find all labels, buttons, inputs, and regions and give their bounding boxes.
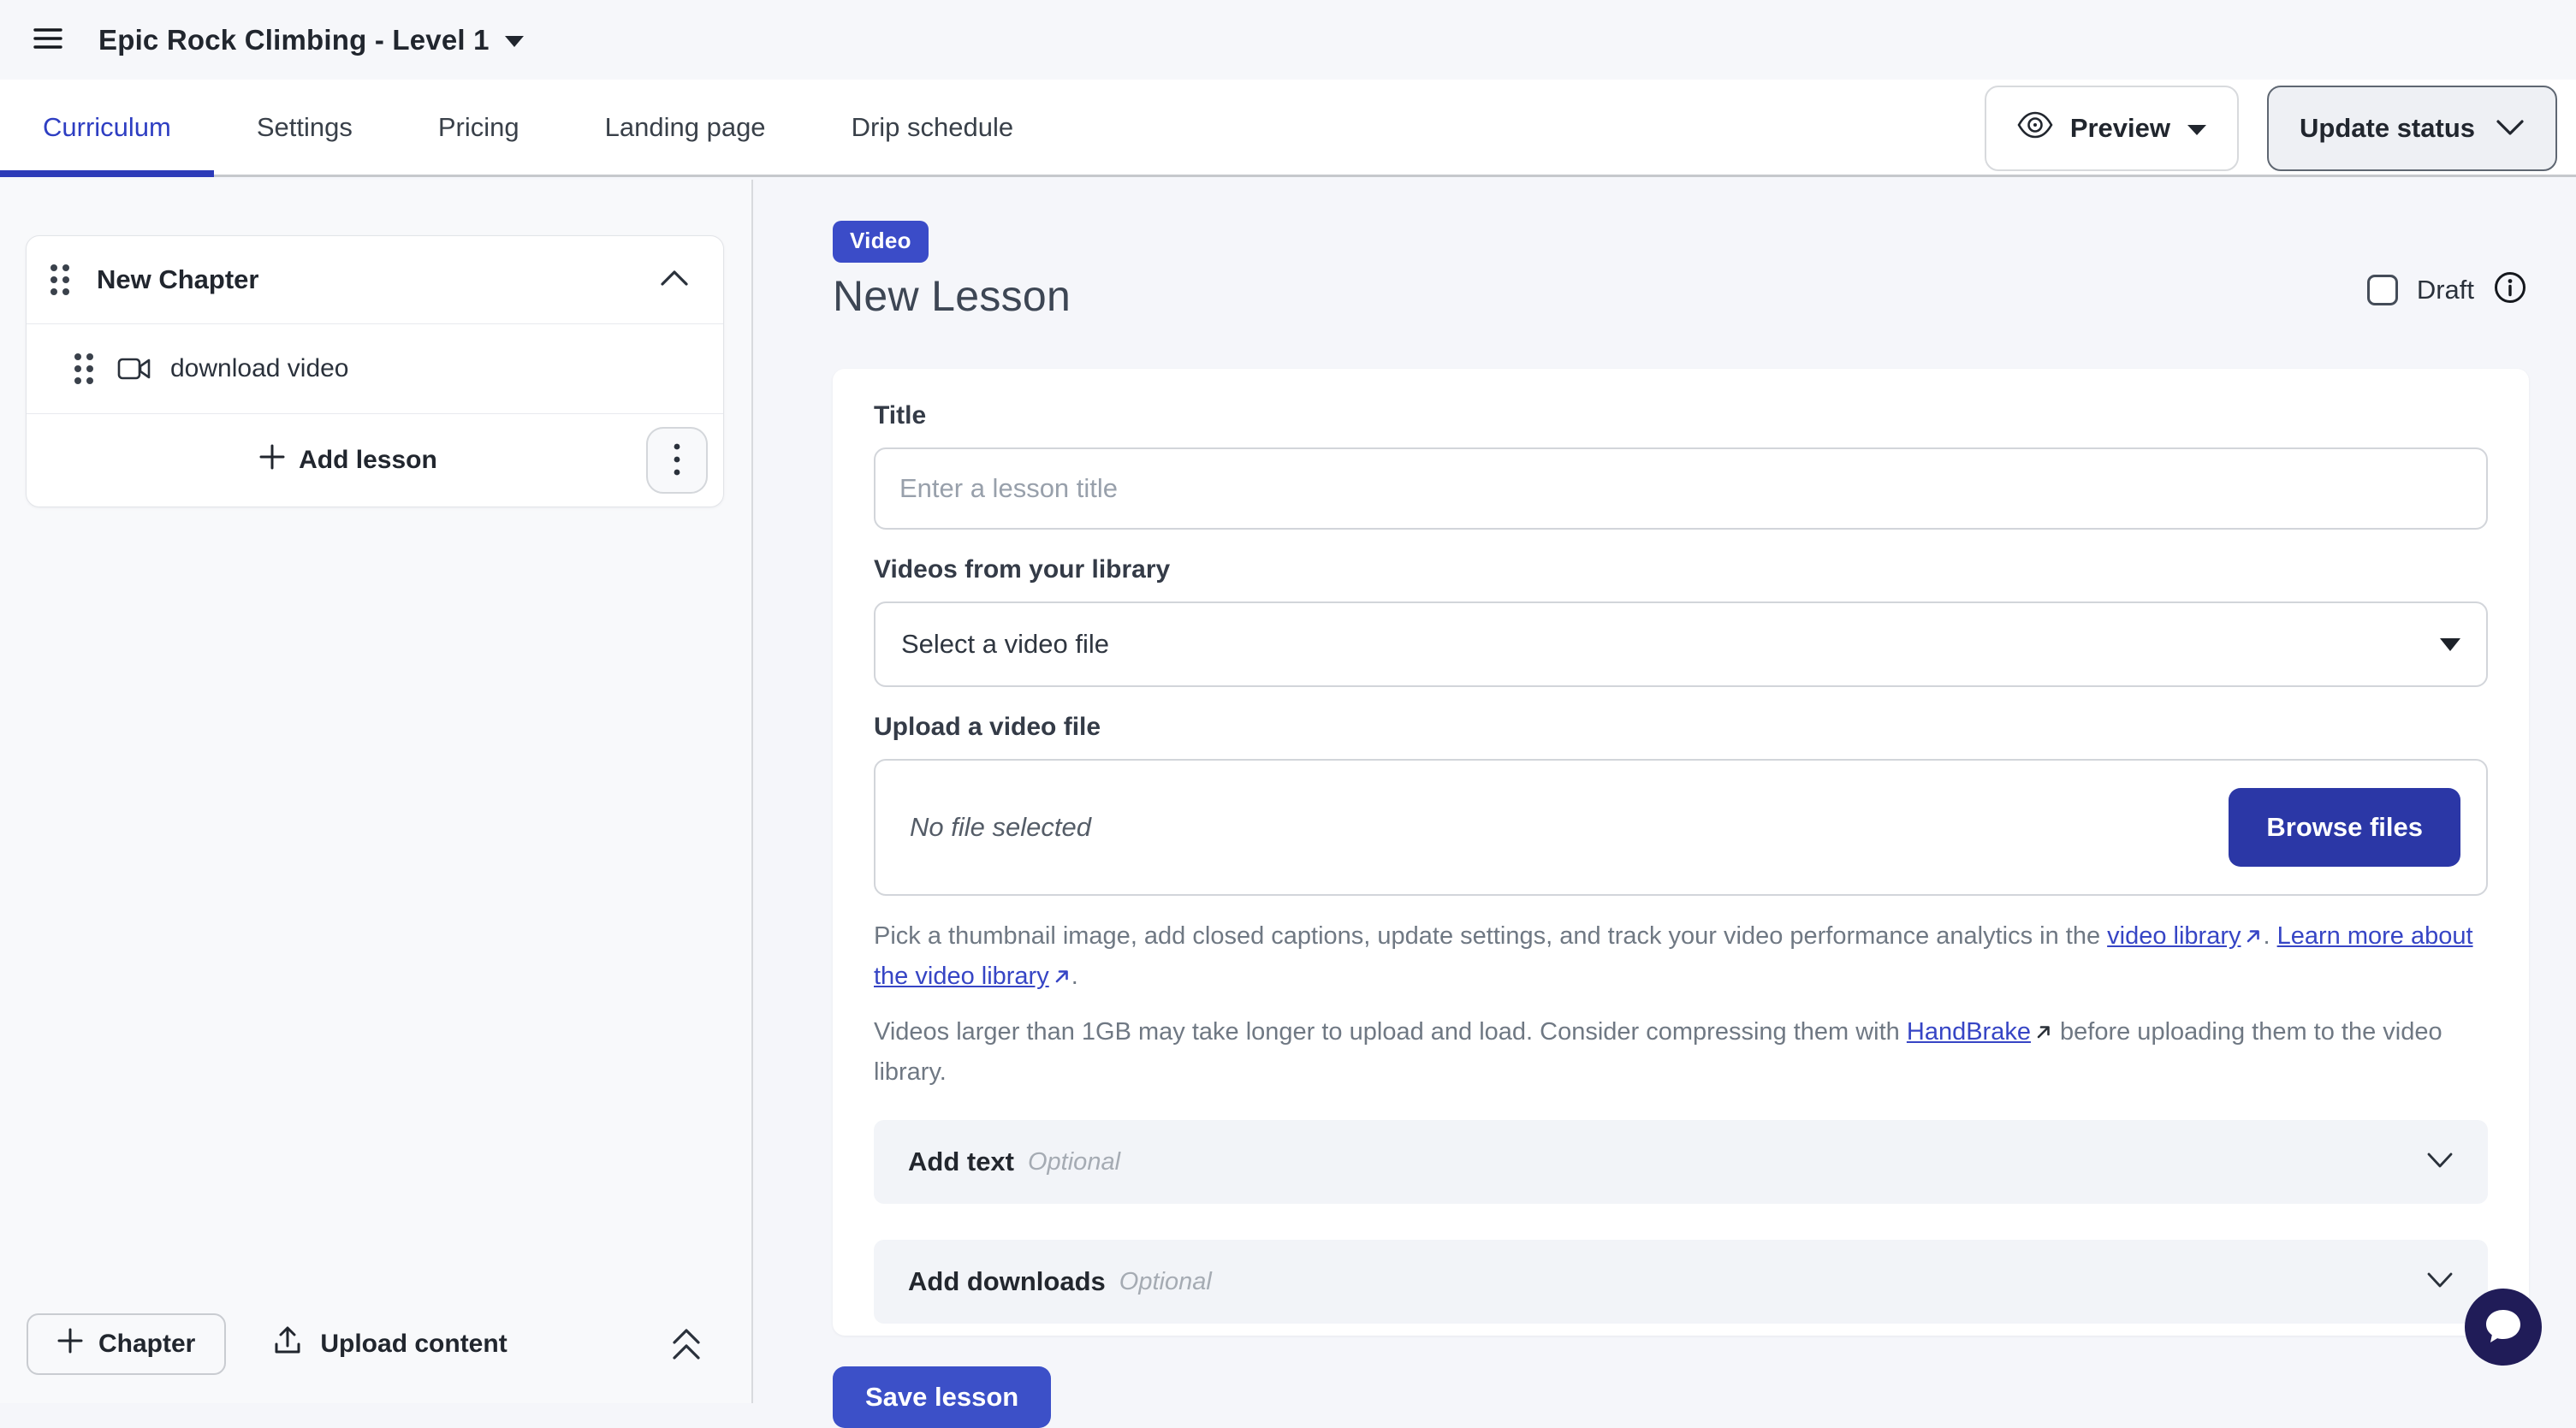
external-link-icon <box>2244 919 2263 957</box>
upload-icon <box>274 1325 301 1363</box>
tab-pricing[interactable]: Pricing <box>395 80 562 175</box>
draft-label: Draft <box>2417 275 2474 305</box>
video-library-label: Videos from your library <box>874 555 2488 584</box>
drag-handle-icon[interactable] <box>74 353 93 384</box>
preview-label: Preview <box>2070 113 2170 144</box>
lesson-title: download video <box>170 354 349 383</box>
drag-handle-icon[interactable] <box>50 264 69 295</box>
preview-button[interactable]: Preview <box>1985 86 2239 171</box>
file-status-text: No file selected <box>910 812 2229 843</box>
add-lesson-button[interactable]: Add lesson <box>50 414 646 507</box>
file-upload-dropzone[interactable]: No file selected Browse files <box>874 759 2488 896</box>
title-field-group: Title <box>874 401 2488 530</box>
tabbar: Curriculum Settings Pricing Landing page… <box>0 80 2576 177</box>
add-chapter-button[interactable]: Chapter <box>27 1313 226 1375</box>
caret-down-icon <box>505 36 524 47</box>
tab-drip-schedule[interactable]: Drip schedule <box>809 80 1057 175</box>
lesson-title-input[interactable] <box>874 447 2488 530</box>
collapse-all-button[interactable] <box>671 1325 702 1364</box>
chapter-menu-button[interactable] <box>646 427 708 494</box>
video-library-link[interactable]: video library <box>2107 922 2263 950</box>
sidebar-footer: Chapter Upload content <box>27 1313 702 1375</box>
plus-icon <box>57 1328 83 1360</box>
caret-down-icon <box>2440 638 2460 651</box>
info-icon[interactable] <box>2493 270 2527 309</box>
hamburger-menu-button[interactable] <box>28 21 68 58</box>
chevron-down-icon <box>2496 113 2525 144</box>
add-downloads-accordion[interactable]: Add downloads Optional <box>874 1240 2488 1324</box>
curriculum-sidebar: New Chapter download video <box>0 180 753 1403</box>
chapter-card-footer: Add lesson <box>27 414 723 507</box>
add-downloads-label: Add downloads <box>908 1266 1106 1297</box>
caret-down-icon <box>2187 125 2206 135</box>
eye-icon <box>2017 111 2053 145</box>
chapter-title: New Chapter <box>97 264 660 295</box>
save-lesson-label: Save lesson <box>865 1382 1018 1412</box>
hamburger-icon <box>33 27 62 53</box>
upload-video-group: Upload a video file No file selected Bro… <box>874 713 2488 896</box>
lesson-type-badge: Video <box>833 221 929 263</box>
upload-content-button[interactable]: Upload content <box>274 1325 507 1363</box>
chevron-up-icon[interactable] <box>660 270 689 291</box>
add-text-label: Add text <box>908 1147 1014 1177</box>
lesson-row[interactable]: download video <box>27 324 723 413</box>
browse-files-button[interactable]: Browse files <box>2229 788 2460 867</box>
external-link-icon <box>2034 1015 2053 1053</box>
optional-label: Optional <box>1028 1148 2426 1176</box>
update-status-button[interactable]: Update status <box>2267 86 2557 171</box>
course-editor-page: Epic Rock Climbing - Level 1 Curriculum … <box>0 0 2576 1403</box>
lesson-form-card: Title Videos from your library Select a … <box>833 369 2529 1336</box>
upload-video-label: Upload a video file <box>874 713 2488 742</box>
video-file-select[interactable]: Select a video file <box>874 601 2488 687</box>
draft-toggle-group: Draft <box>2367 270 2527 309</box>
video-file-select-value: Select a video file <box>901 629 2440 660</box>
plus-icon <box>259 444 285 477</box>
course-title: Epic Rock Climbing - Level 1 <box>98 24 490 56</box>
chat-widget-button[interactable] <box>2465 1289 2542 1366</box>
browse-files-label: Browse files <box>2266 812 2423 842</box>
save-lesson-button[interactable]: Save lesson <box>833 1366 1051 1428</box>
add-text-accordion[interactable]: Add text Optional <box>874 1120 2488 1204</box>
draft-checkbox[interactable] <box>2367 275 2398 305</box>
add-chapter-label: Chapter <box>98 1330 195 1359</box>
tab-landing-page[interactable]: Landing page <box>562 80 809 175</box>
optional-label: Optional <box>1119 1268 2426 1296</box>
lesson-page-title: New Lesson <box>833 271 2529 321</box>
upload-content-label: Upload content <box>320 1330 507 1359</box>
add-lesson-label: Add lesson <box>299 446 437 475</box>
chapter-card: New Chapter download video <box>26 235 724 507</box>
topbar: Epic Rock Climbing - Level 1 <box>0 0 2576 80</box>
lesson-editor: Video New Lesson Draft Title <box>755 180 2576 1403</box>
compression-help-text: Videos larger than 1GB may take longer t… <box>874 1013 2488 1092</box>
chat-bubble-icon <box>2484 1307 2523 1348</box>
tabs: Curriculum Settings Pricing Landing page… <box>0 80 1056 175</box>
title-label: Title <box>874 401 2488 430</box>
video-camera-icon <box>117 357 151 381</box>
chevron-down-icon <box>2426 1152 2454 1173</box>
lesson-header: Video New Lesson Draft <box>833 221 2529 321</box>
double-chevron-up-icon <box>671 1325 702 1364</box>
update-status-label: Update status <box>2300 113 2475 144</box>
tab-curriculum[interactable]: Curriculum <box>0 80 214 175</box>
video-library-group: Videos from your library Select a video … <box>874 555 2488 687</box>
chevron-down-icon <box>2426 1271 2454 1293</box>
tab-settings[interactable]: Settings <box>214 80 395 175</box>
video-library-help-text: Pick a thumbnail image, add closed capti… <box>874 917 2488 998</box>
tabbar-actions: Preview Update status <box>1985 86 2557 171</box>
handbrake-link[interactable]: HandBrake <box>1907 1018 2053 1046</box>
external-link-icon <box>1053 959 1071 998</box>
chapter-header[interactable]: New Chapter <box>27 236 723 323</box>
course-switcher[interactable]: Epic Rock Climbing - Level 1 <box>98 24 524 56</box>
kebab-icon <box>674 442 680 479</box>
